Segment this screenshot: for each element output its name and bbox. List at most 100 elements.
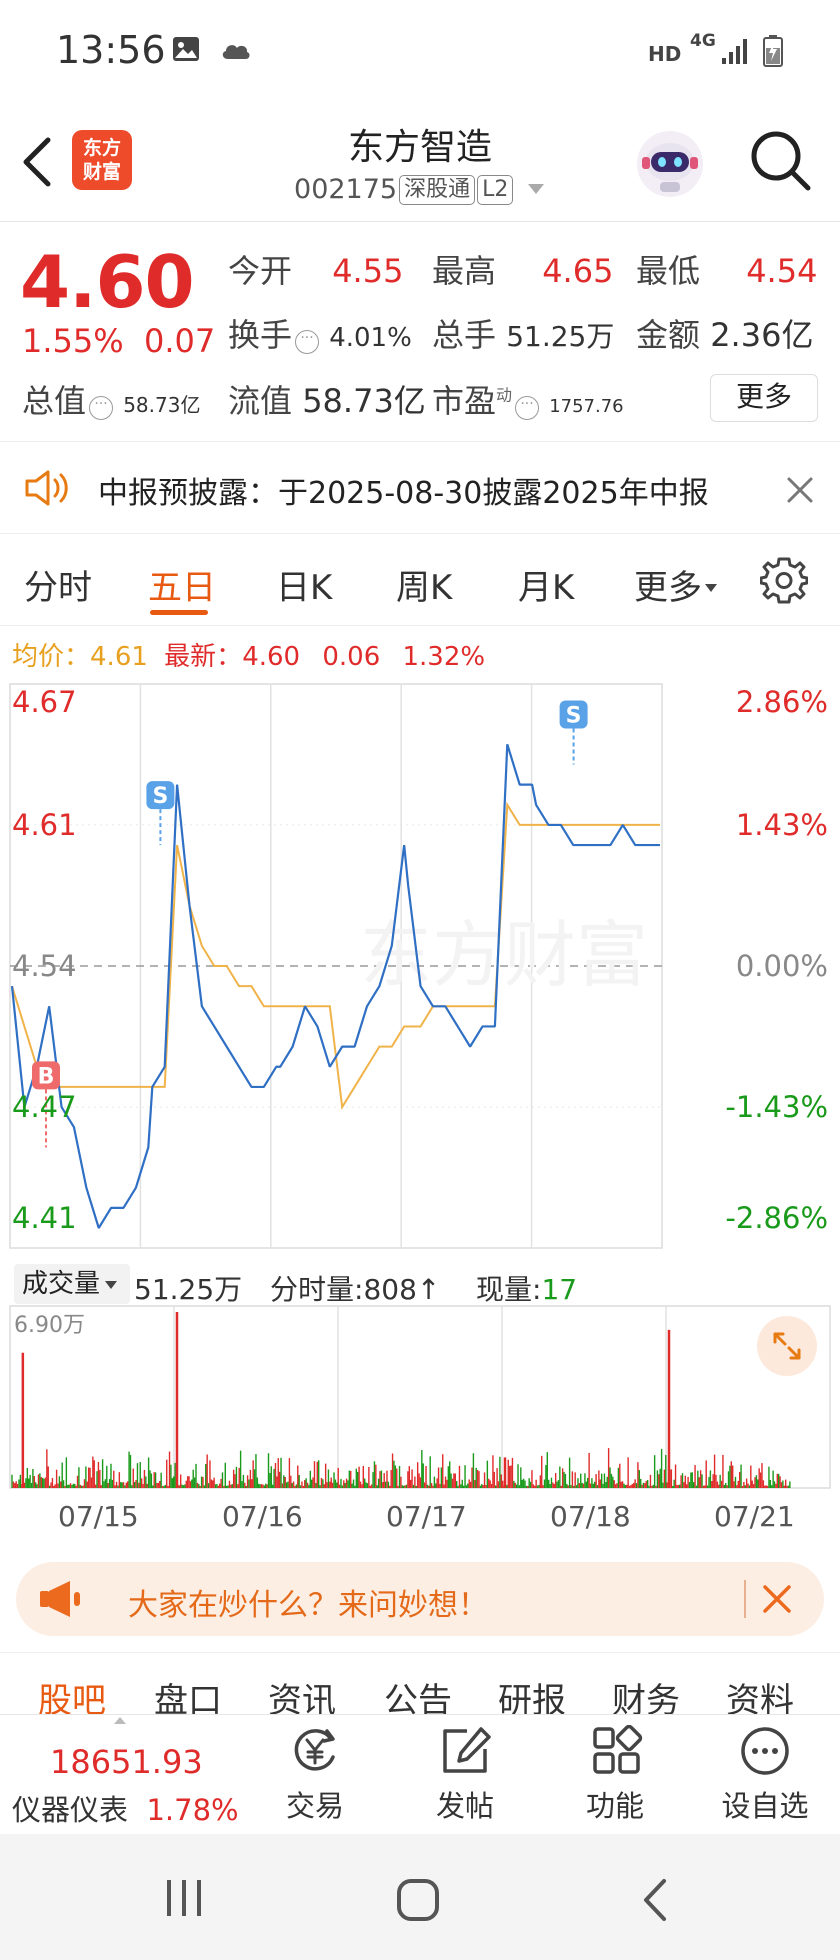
y-tick-right: -1.43% (725, 1090, 828, 1124)
amount-value: 2.36亿 (710, 316, 814, 354)
post-button[interactable]: 发帖 (405, 1725, 525, 1825)
yen-cycle-icon (294, 1729, 335, 1771)
fs-volume-label: 分时量: (270, 1273, 364, 1306)
avg-price-row: 均价：4.61 最新：4.60 0.06 1.32% (12, 636, 485, 673)
battery-icon (763, 35, 783, 67)
date-axis: 07/15 07/16 07/17 07/18 07/21 (0, 1494, 840, 1540)
sector-name: 仪器仪表 (12, 1793, 129, 1827)
bottom-toolbar: 18651.93 仪器仪表 1.78% 交易 发帖 功能 设自选 (0, 1714, 840, 1834)
volume-selector[interactable]: 成交量 (14, 1264, 130, 1304)
quote-item-turnover: 换手 ··· 4.01% (228, 310, 412, 356)
info-tabs: 股吧 盘口 资讯 公告 研报 财务 资料 (0, 1652, 840, 1714)
functions-button[interactable]: 功能 (555, 1724, 675, 1825)
y-tick-left: 4.67 (12, 685, 77, 719)
trade-button[interactable]: 交易 (255, 1725, 375, 1825)
info-icon[interactable]: ··· (295, 330, 320, 354)
close-icon[interactable] (786, 476, 814, 504)
latest-label: 最新： (164, 642, 243, 672)
ask-banner[interactable]: 大家在炒什么？来问妙想！ (16, 1562, 824, 1636)
back-nav-icon[interactable] (640, 1878, 670, 1922)
volume-chart[interactable]: 6.90万 (0, 1304, 840, 1490)
open-value: 4.55 (332, 252, 404, 290)
megaphone-icon (40, 1581, 80, 1617)
sector-change: 1.78% (146, 1793, 239, 1827)
volume-max-label: 6.90万 (14, 1313, 85, 1338)
close-icon[interactable] (762, 1584, 792, 1614)
tab-five-day[interactable]: 五日 (148, 560, 216, 609)
change-amt: 0.07 (144, 322, 216, 360)
more-button[interactable]: 更多 (710, 374, 818, 422)
sector-index-value[interactable]: 18651.93 (50, 1743, 203, 1781)
expand-button[interactable] (757, 1316, 817, 1376)
quote-item-market-cap: 总值 ··· 58.73亿 (22, 376, 200, 422)
tab-profile[interactable]: 资料 (726, 1673, 794, 1714)
now-volume-value: 17 (541, 1273, 578, 1306)
gear-icon[interactable] (760, 556, 808, 604)
tab-daily-k[interactable]: 日K (276, 560, 332, 609)
marker-label: S (152, 784, 168, 809)
home-icon[interactable] (396, 1878, 440, 1922)
tab-research[interactable]: 研报 (498, 1673, 566, 1714)
grid-icon (593, 1724, 643, 1774)
quote-item-float-cap: 流值 58.73亿 (228, 376, 426, 422)
marker-label: S (566, 703, 582, 728)
latest-change-pct: 1.32% (402, 642, 486, 672)
y-tick-left: 4.54 (12, 949, 77, 983)
search-icon[interactable] (748, 128, 814, 194)
status-time: 13:56 (56, 28, 166, 72)
info-icon[interactable]: ··· (89, 396, 114, 420)
volume-grid (9, 1305, 831, 1489)
now-volume: 现量:17 (476, 1268, 577, 1308)
open-label: 今开 (228, 252, 293, 290)
turnover-label: 换手 (228, 316, 293, 354)
stock-header: 东方 财富 东方智造 002175 深股通 L2 (0, 100, 840, 222)
sector-index[interactable]: 仪器仪表 1.78% (12, 1787, 239, 1829)
hd-indicator: HD (648, 42, 682, 66)
tab-news[interactable]: 资讯 (268, 1673, 336, 1714)
caret-up-icon (114, 1717, 126, 1724)
current-price: 4.60 (20, 240, 195, 324)
tag-sgt: 深股通 (399, 175, 476, 205)
network-4g-indicator: 4G (690, 31, 716, 51)
tab-pankou[interactable]: 盘口 (154, 1673, 222, 1714)
info-icon[interactable]: ··· (515, 396, 540, 420)
tab-intraday[interactable]: 分时 (24, 560, 92, 609)
tag-l2: L2 (477, 175, 514, 205)
market-cap-label: 总值 (22, 382, 87, 420)
tab-monthly-k[interactable]: 月K (518, 560, 574, 609)
avg-label: 均价： (12, 642, 91, 672)
amount-label: 金额 (636, 316, 701, 354)
fs-volume-arrow: ↑ (416, 1273, 441, 1306)
recent-apps-icon[interactable] (164, 1878, 204, 1918)
quote-item-open: 今开 4.55 (228, 246, 403, 292)
y-tick-right: 0.00% (736, 949, 828, 983)
speaker-icon (25, 470, 68, 506)
add-watchlist-button[interactable]: 设自选 (705, 1725, 825, 1825)
y-tick-left: 4.47 (12, 1090, 77, 1124)
stock-name: 东方智造 (347, 127, 492, 168)
five-day-price-chart[interactable]: 东方财富 B S S 4.67 4.61 4.54 4.47 4.41 2.86% 1.43% 0… (0, 680, 840, 1252)
tab-finance[interactable]: 财务 (612, 1673, 680, 1714)
quote-item-high: 最高 4.65 (432, 246, 613, 292)
low-label: 最低 (636, 252, 701, 290)
volume-header: 成交量 51.25万 分时量:808↑ 现量:17 (0, 1256, 840, 1306)
dropdown-icon[interactable] (526, 182, 546, 196)
volume-value: 51.25万 (506, 320, 615, 353)
stock-code: 002175 (294, 174, 398, 205)
y-tick-right: 2.86% (736, 685, 828, 719)
marker-label: B (38, 1064, 55, 1089)
avg-value: 4.61 (90, 642, 148, 672)
chart-tabs: 分时 五日 日K 周K 月K 更多 (0, 534, 840, 626)
tab-guba[interactable]: 股吧 (38, 1673, 106, 1714)
tab-more[interactable]: 更多 (634, 560, 718, 609)
fs-volume-value: 808 (363, 1273, 417, 1306)
latest-value: 4.60 (242, 642, 301, 672)
tab-weekly-k[interactable]: 周K (396, 560, 452, 609)
notice-bar[interactable]: 中报预披露：于2025-08-30披露2025年中报 (0, 442, 840, 534)
float-cap-label: 流值 (228, 382, 293, 420)
date-label: 07/15 (58, 1500, 139, 1533)
robot-assistant-icon[interactable] (634, 124, 706, 200)
high-label: 最高 (432, 252, 497, 290)
signal-icon (722, 39, 747, 64)
tab-announcements[interactable]: 公告 (384, 1673, 452, 1714)
